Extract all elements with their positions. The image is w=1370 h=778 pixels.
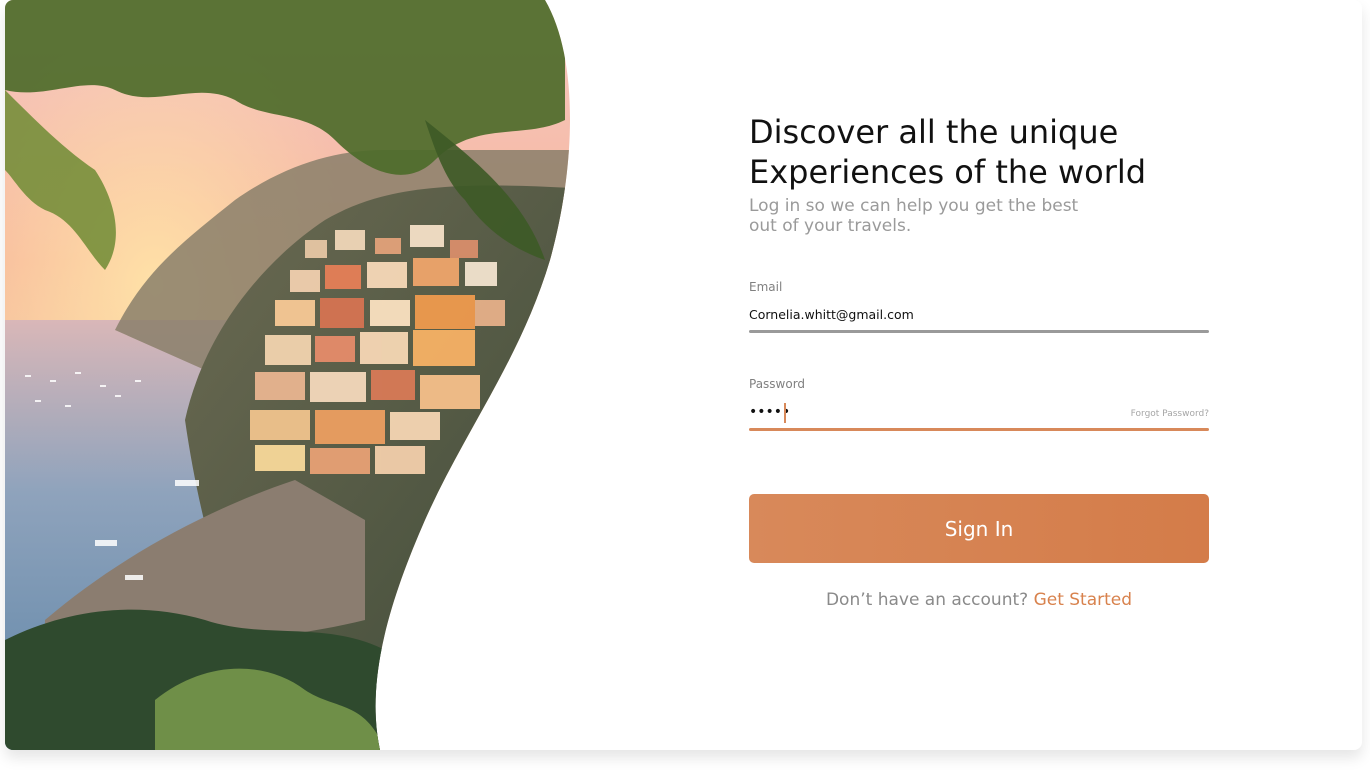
- get-started-link[interactable]: Get Started: [1034, 590, 1132, 610]
- email-underline: [749, 330, 1209, 333]
- email-label: Email: [749, 280, 783, 294]
- login-form: Discover all the unique Experiences of t…: [749, 112, 1209, 610]
- password-underline: [749, 428, 1209, 431]
- signup-prompt-text: Don’t have an account?: [825, 590, 1029, 610]
- forgot-password-link[interactable]: Forgot Password?: [1131, 409, 1209, 419]
- sign-in-button[interactable]: Sign In: [749, 494, 1209, 563]
- email-field[interactable]: [749, 307, 1129, 322]
- coastal-village-illustration: [5, 0, 570, 750]
- form-fields: Email Password ••••• Forgot Password? Si…: [749, 112, 1209, 632]
- password-label: Password: [749, 377, 806, 391]
- text-caret: [784, 403, 786, 423]
- login-card: Discover all the unique Experiences of t…: [5, 0, 1362, 750]
- password-field[interactable]: •••••: [749, 404, 1129, 420]
- hero-image: [5, 0, 605, 750]
- signup-prompt: Don’t have an account? Get Started: [749, 590, 1209, 610]
